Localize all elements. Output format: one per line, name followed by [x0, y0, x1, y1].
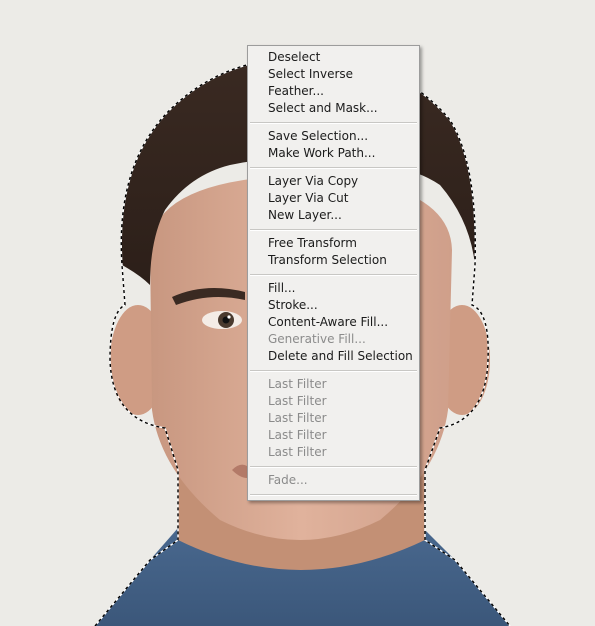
- menu-item-stroke[interactable]: Stroke...: [268, 297, 318, 314]
- menu-item-deselect[interactable]: Deselect: [268, 49, 320, 66]
- menu-item-free-transform[interactable]: Free Transform: [268, 235, 357, 252]
- menu-item-save-selection[interactable]: Save Selection...: [268, 128, 368, 145]
- menu-item-generative-fill: Generative Fill...: [268, 332, 366, 346]
- menu-item-layer-via-copy[interactable]: Layer Via Copy: [268, 173, 358, 190]
- menu-separator: [250, 370, 417, 372]
- menu-item-select-and-mask[interactable]: Select and Mask...: [268, 100, 378, 117]
- menu-separator: [250, 274, 417, 276]
- menu-item-last-filter: Last Filter: [268, 394, 327, 408]
- menu-item-last-filter: Last Filter: [268, 428, 327, 442]
- menu-item-layer-via-cut[interactable]: Layer Via Cut: [268, 190, 348, 207]
- menu-item-fade: Fade...: [268, 473, 308, 487]
- menu-item-new-layer[interactable]: New Layer...: [268, 207, 342, 224]
- menu-separator: [250, 466, 417, 468]
- menu-item-select-inverse[interactable]: Select Inverse: [268, 66, 353, 83]
- menu-item-last-filter: Last Filter: [268, 411, 327, 425]
- selection-context-menu: Deselect Select Inverse Feather... Selec…: [247, 45, 420, 501]
- menu-item-transform-selection[interactable]: Transform Selection: [268, 252, 387, 269]
- menu-item-content-aware-fill[interactable]: Content-Aware Fill...: [268, 314, 388, 331]
- menu-item-last-filter: Last Filter: [268, 445, 327, 459]
- menu-item-fill[interactable]: Fill...: [268, 280, 295, 297]
- menu-item-last-filter: Last Filter: [268, 377, 327, 391]
- image-canvas[interactable]: Deselect Select Inverse Feather... Selec…: [0, 0, 595, 626]
- menu-separator: [250, 494, 417, 496]
- menu-separator: [250, 167, 417, 169]
- menu-separator: [250, 122, 417, 124]
- menu-item-feather[interactable]: Feather...: [268, 83, 324, 100]
- menu-item-make-work-path[interactable]: Make Work Path...: [268, 145, 375, 162]
- menu-item-delete-and-fill-selection[interactable]: Delete and Fill Selection: [268, 348, 413, 365]
- menu-separator: [250, 229, 417, 231]
